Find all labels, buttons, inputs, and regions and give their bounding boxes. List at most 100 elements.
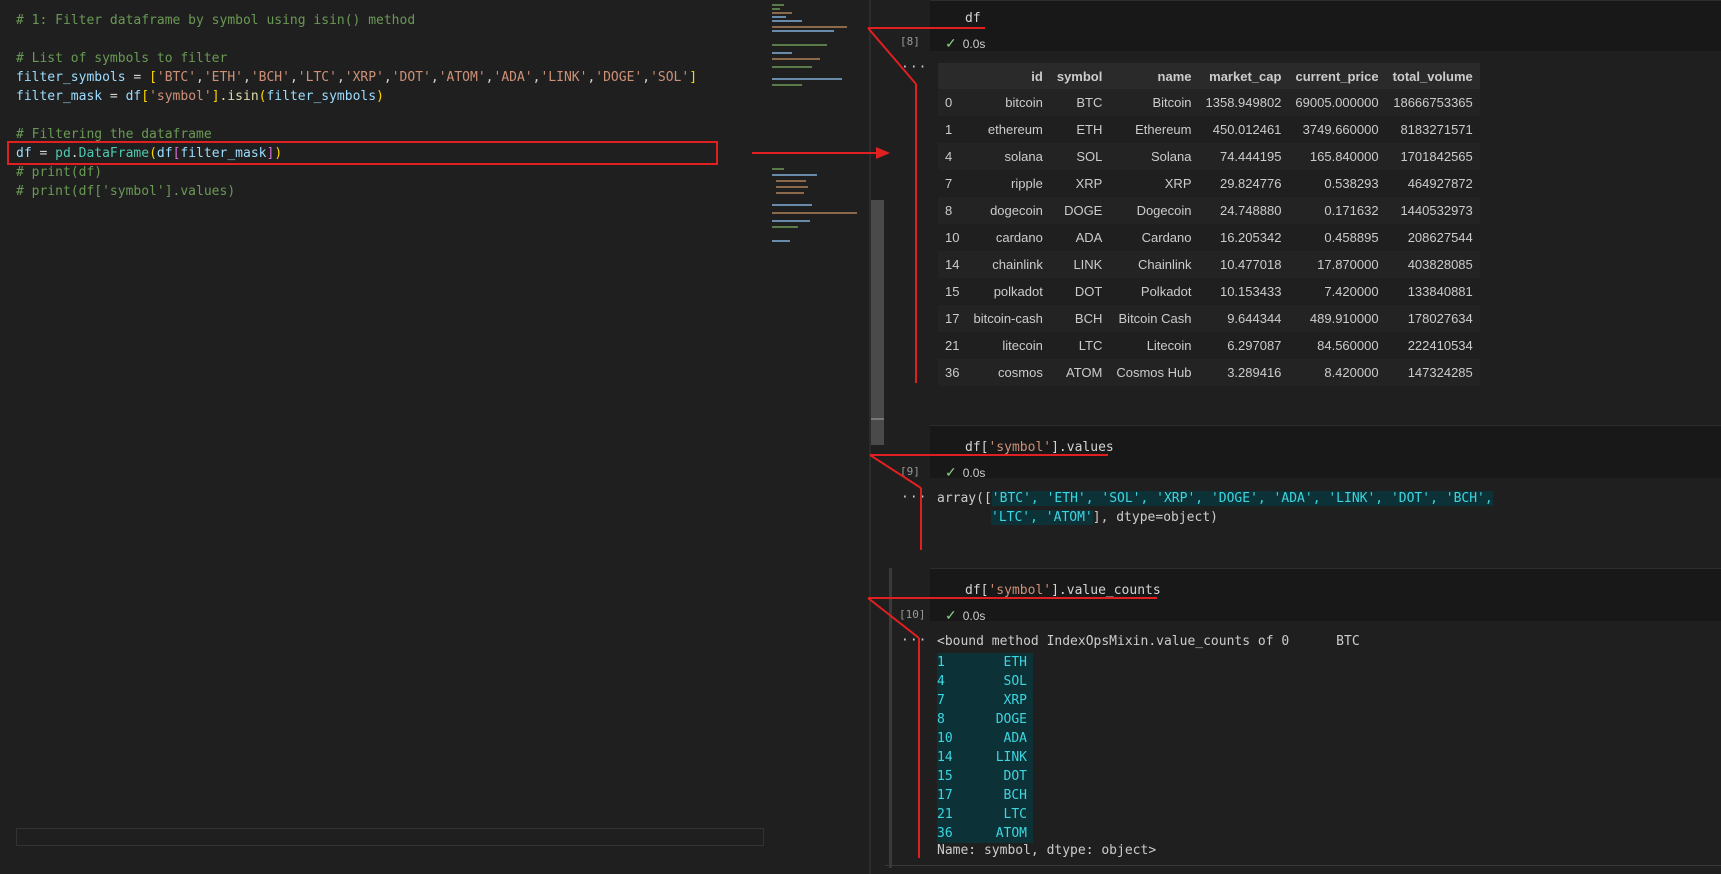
table-row: 36 cosmos ATOM Cosmos Hub 3.289416 8.420000 14… xyxy=(938,359,1480,386)
table-row: 0 bitcoin BTC Bitcoin 1358.949802 69005.00000… xyxy=(938,89,1480,116)
execution-status: ✓ 0.0s xyxy=(945,607,986,623)
table-cell: bitcoin xyxy=(966,89,1050,116)
cell-code[interactable]: df['symbol'].values xyxy=(965,440,1114,455)
value-counts-row: 10 ADA xyxy=(937,729,1033,748)
symbol-string: 'SOL' xyxy=(650,70,690,85)
row-value: LINK xyxy=(995,750,1027,765)
scrollbar-marker xyxy=(871,418,884,420)
table-header-market_cap: market_cap xyxy=(1198,63,1289,89)
table-cell: 16.205342 xyxy=(1198,224,1289,251)
row-value: ETH xyxy=(1003,655,1027,670)
row-value: BCH xyxy=(1003,788,1027,803)
minimap-line xyxy=(772,240,790,242)
row-index: 15 xyxy=(937,769,953,784)
minimap-line xyxy=(772,212,857,214)
table-cell: Ethereum xyxy=(1109,116,1199,143)
table-cell: 10 xyxy=(938,224,967,251)
table-cell: 15 xyxy=(938,278,967,305)
annotation-highlight-box xyxy=(7,141,718,165)
table-cell: Bitcoin xyxy=(1109,89,1199,116)
value-counts-row: 15 DOT xyxy=(937,767,1033,786)
table-row: 17 bitcoin-cash BCH Bitcoin Cash 9.644344 489… xyxy=(938,305,1480,332)
cell-code[interactable]: df xyxy=(965,11,981,26)
table-cell: 133840881 xyxy=(1385,278,1480,305)
table-cell: 1 xyxy=(938,116,967,143)
execution-count: [9] xyxy=(900,465,920,478)
value-counts-row: 1 ETH xyxy=(937,653,1033,672)
minimap-line xyxy=(772,220,810,222)
value-counts-output-rows: 1 ETH 4 SOL 7 XRP 8 DOGE 10 ADA 14 LINK 15 DOT 17 BCH 21… xyxy=(937,653,1033,843)
minimap-line xyxy=(772,168,784,170)
notebook-panel: df [8] ✓ 0.0s ··· id symbol name market_cap c… xyxy=(885,0,1721,874)
table-cell: 0.171632 xyxy=(1288,197,1386,224)
table-cell: 208627544 xyxy=(1385,224,1480,251)
value-counts-row: 4 SOL xyxy=(937,672,1033,691)
table-cell: 6.297087 xyxy=(1198,332,1289,359)
code-editor[interactable]: # 1: Filter dataframe by symbol using is… xyxy=(0,0,765,874)
table-header-id: id xyxy=(966,63,1050,89)
scrollbar-thumb[interactable] xyxy=(871,200,884,445)
table-cell: 74.444195 xyxy=(1198,143,1289,170)
table-cell: 24.748880 xyxy=(1198,197,1289,224)
table-cell: 8 xyxy=(938,197,967,224)
table-cell: LINK xyxy=(1049,251,1110,278)
table-cell: 10.153433 xyxy=(1198,278,1289,305)
table-cell: DOT xyxy=(1049,278,1110,305)
table-cell: 178027634 xyxy=(1385,305,1480,332)
table-cell: Litecoin xyxy=(1109,332,1199,359)
table-cell: Cardano xyxy=(1109,224,1199,251)
minimap-line xyxy=(772,4,784,6)
table-cell: Polkadot xyxy=(1109,278,1199,305)
minimap-line xyxy=(772,20,802,22)
cell-code[interactable]: df['symbol'].value_counts xyxy=(965,583,1161,598)
code-cell-9[interactable]: df['symbol'].values xyxy=(930,425,1721,478)
table-cell: cardano xyxy=(966,224,1050,251)
table-row: 10 cardano ADA Cardano 16.205342 0.458895 2086… xyxy=(938,224,1480,251)
symbol-string: 'DOGE' xyxy=(595,70,643,85)
table-row: 15 polkadot DOT Polkadot 10.153433 7.420000 13… xyxy=(938,278,1480,305)
table-cell: ethereum xyxy=(966,116,1050,143)
output-menu-button[interactable]: ··· xyxy=(901,633,927,648)
minimap-line xyxy=(772,44,827,46)
row-index: 17 xyxy=(937,788,953,803)
output-menu-button[interactable]: ··· xyxy=(901,490,927,505)
row-index: 8 xyxy=(937,712,945,727)
output-menu-button[interactable]: ··· xyxy=(901,60,927,75)
execution-status: ✓ 0.0s xyxy=(945,35,986,51)
table-cell: 3.289416 xyxy=(1198,359,1289,386)
minimap-line xyxy=(772,84,802,86)
table-cell: Bitcoin Cash xyxy=(1109,305,1199,332)
table-cell: ETH xyxy=(1049,116,1110,143)
minimap[interactable] xyxy=(770,0,870,874)
table-cell: ADA xyxy=(1049,224,1110,251)
table-header-total_volume: total_volume xyxy=(1385,63,1480,89)
minimap-line xyxy=(772,226,798,228)
row-index: 10 xyxy=(937,731,953,746)
table-row: 21 litecoin LTC Litecoin 6.297087 84.560000 22… xyxy=(938,332,1480,359)
table-cell: 147324285 xyxy=(1385,359,1480,386)
table-cell: litecoin xyxy=(966,332,1050,359)
table-cell: ATOM xyxy=(1049,359,1110,386)
table-cell: XRP xyxy=(1109,170,1199,197)
table-cell: 0.538293 xyxy=(1288,170,1386,197)
code-line-filter-mask: filter_mask = df['symbol'].isin(filter_s… xyxy=(16,89,384,104)
table-cell: 0 xyxy=(938,89,967,116)
table-cell: 1440532973 xyxy=(1385,197,1480,224)
table-cell: 8183271571 xyxy=(1385,116,1480,143)
table-cell: 3749.660000 xyxy=(1288,116,1386,143)
table-cell: 18666753365 xyxy=(1385,89,1480,116)
editor-input-box[interactable] xyxy=(16,828,764,846)
cell-divider xyxy=(885,865,1721,866)
row-value: ADA xyxy=(1003,731,1027,746)
code-cell-8[interactable]: df xyxy=(930,0,1721,51)
symbol-string: 'DOT' xyxy=(391,70,431,85)
table-cell: polkadot xyxy=(966,278,1050,305)
code-cell-10[interactable]: df['symbol'].value_counts xyxy=(930,568,1721,621)
symbol-string: 'LINK' xyxy=(540,70,588,85)
table-row: 4 solana SOL Solana 74.444195 165.840000 17018… xyxy=(938,143,1480,170)
table-cell: 222410534 xyxy=(1385,332,1480,359)
table-cell: solana xyxy=(966,143,1050,170)
cell-focus-border xyxy=(889,568,892,868)
table-cell: BCH xyxy=(1049,305,1110,332)
table-cell: 450.012461 xyxy=(1198,116,1289,143)
